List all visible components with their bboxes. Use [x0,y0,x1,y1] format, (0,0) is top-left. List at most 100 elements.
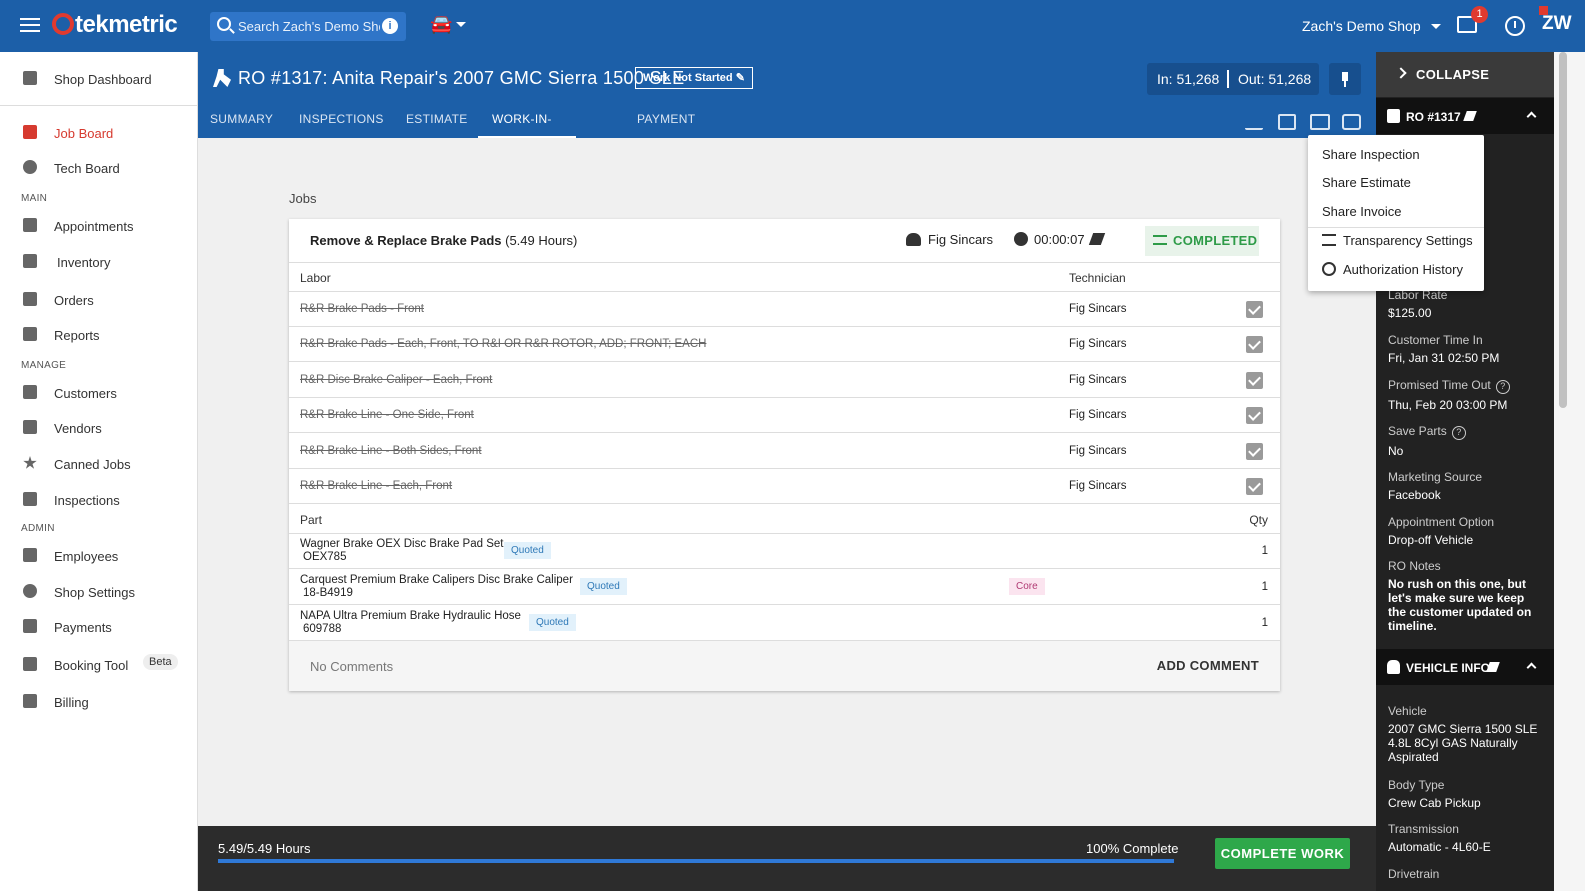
help-icon[interactable]: ? [1495,380,1510,394]
avatar[interactable]: ZW [1539,6,1572,35]
tab-summary[interactable]: SUMMARY [210,104,273,138]
help-icon[interactable]: ? [1451,426,1466,440]
pencil-icon[interactable] [1088,233,1105,245]
part-row[interactable]: Carquest Premium Brake Calipers Disc Bra… [289,570,1280,605]
pencil-icon[interactable] [1486,662,1500,672]
section-label-main: MAIN [21,193,48,204]
part-row[interactable]: NAPA Ultra Premium Brake Hydraulic Hose 6… [289,606,1280,641]
checkbox[interactable] [1246,372,1263,389]
menu-item-share-invoice[interactable]: Share Invoice [1322,204,1402,219]
booking-calendar-icon [23,657,37,671]
status-badge[interactable]: Work Not Started ✎ [635,67,753,89]
chevron-up-icon[interactable] [1526,111,1537,122]
add-comment-button[interactable]: ADD COMMENT [1157,658,1259,673]
section-label-manage: MANAGE [21,360,67,371]
people-icon [23,385,37,399]
checkbox[interactable] [1246,407,1263,424]
app-logo[interactable]: tekmetric [52,11,178,39]
checkbox[interactable] [1246,478,1263,495]
sidebar-item-vendors[interactable]: Vendors [0,413,198,443]
menu-item-share-inspection[interactable]: Share Inspection [1322,147,1420,162]
menu-item-share-estimate[interactable]: Share Estimate [1322,175,1411,190]
sidebar-item-payments[interactable]: Payments [0,612,198,642]
table-row: R&R Brake Line - One Side, Front Fig Sinc… [289,398,1280,433]
scrollbar[interactable] [1554,52,1585,891]
print-icon[interactable] [1342,114,1361,130]
checkbox[interactable] [1246,301,1263,318]
beta-badge: Beta [143,654,178,670]
field-transmission: Transmission Automatic - 4L60-E [1388,822,1491,854]
vehicle-info-section-header[interactable]: VEHICLE INFO [1376,649,1554,685]
chevron-down-icon [456,22,466,32]
checkbox[interactable] [1246,443,1263,460]
page-title: RO #1317: Anita Repair's 2007 GMC Sierra… [238,68,685,88]
complete-work-button[interactable]: COMPLETE WORK [1215,838,1350,869]
tab-payment[interactable]: PAYMENT [637,104,695,138]
sidebar-item-reports[interactable]: Reports [0,320,198,350]
sidebar-item-inventory[interactable]: Inventory [0,247,198,277]
sidebar-item-employees[interactable]: Employees [0,541,198,571]
sidebar-item-dashboard[interactable]: Shop Dashboard [0,64,198,94]
chevron-down-icon [1430,24,1441,34]
store-icon [23,420,37,434]
history-icon [1322,262,1336,276]
tab-inspections[interactable]: INSPECTIONS [299,104,384,138]
mileage-display[interactable]: In: 51,268 Out: 51,268 [1147,63,1319,95]
field-appointment-option: Appointment Option Drop-off Vehicle [1388,515,1495,547]
pencil-icon[interactable] [1463,111,1477,121]
history-clock-icon[interactable] [1505,16,1525,36]
quoted-badge: Quoted [580,578,627,595]
message-icon[interactable] [1278,114,1296,130]
technician-walking-icon [213,69,231,87]
ro-section-header[interactable]: RO #1317 [1376,98,1554,134]
chevron-up-icon[interactable] [1526,662,1537,673]
hamburger-menu-icon[interactable] [18,14,42,38]
share-screen-icon[interactable] [1310,114,1330,130]
menu-item-authorization-history[interactable]: Authorization History [1322,262,1463,277]
tab-estimate[interactable]: ESTIMATE [406,104,468,138]
job-status-badge[interactable]: COMPLETED [1145,226,1259,256]
sidebar-item-booking-tool[interactable]: Booking Tool Beta [0,650,198,680]
search-input[interactable] [238,16,380,36]
table-row: R&R Brake Pads - Each, Front, TO R&I OR … [289,327,1280,362]
field-customer-time-in: Customer Time In Fri, Jan 31 02:50 PM [1388,333,1500,365]
sidebar-item-billing[interactable]: Billing [0,687,198,717]
sidebar-item-appointments[interactable]: Appointments [0,211,198,241]
technician-header: Technician [1069,271,1126,285]
tab-work-in-progress[interactable]: WORK-IN-PROGRESS [478,104,577,156]
sidebar-item-inspections[interactable]: Inspections [0,485,198,515]
collapse-button[interactable]: COLLAPSE [1376,52,1554,97]
pin-icon[interactable] [1329,63,1361,95]
sidebar-item-tech-board[interactable]: Tech Board [0,153,198,183]
job-title[interactable]: Remove & Replace Brake Pads (5.49 Hours) [310,233,577,248]
progress-fill [218,859,1174,863]
bar-chart-icon[interactable] [1245,114,1263,130]
info-icon[interactable]: i [382,18,398,34]
job-timer[interactable]: 00:00:07 [1014,232,1105,247]
sidebar-item-job-board[interactable]: Job Board [0,118,198,148]
sidebar-item-customers[interactable]: Customers [0,378,198,408]
status-dot [1539,6,1548,15]
stopwatch-icon [1014,232,1028,246]
progress-bar [218,859,1174,863]
employee-badge-icon [23,548,37,562]
jobs-heading: Jobs [289,191,317,206]
chevron-right-icon [1395,67,1407,79]
search-box[interactable]: i [210,12,406,41]
checkbox[interactable] [1246,336,1263,353]
sidebar-item-shop-settings[interactable]: Shop Settings [0,577,198,607]
sidebar-item-canned-jobs[interactable]: Canned Jobs [0,449,198,479]
scrollbar-thumb[interactable] [1559,52,1567,408]
credit-card-icon [23,694,37,708]
car-icon [1387,660,1400,674]
sidebar-item-orders[interactable]: Orders [0,285,198,315]
divider [0,105,198,106]
work-progress-bar: 5.49/5.49 Hours 100% Complete COMPLETE W… [198,826,1376,891]
mileage-in: In: 51,268 [1157,71,1220,87]
dashboard-icon [23,71,37,85]
vehicle-dropdown[interactable]: 🚘 [430,14,470,38]
menu-item-transparency-settings[interactable]: Transparency Settings [1322,233,1473,248]
part-row[interactable]: Wagner Brake OEX Disc Brake Pad Set OEX78… [289,534,1280,569]
shop-selector[interactable]: Zach's Demo Shop [1302,18,1441,34]
job-technician[interactable]: Fig Sincars [906,232,993,247]
